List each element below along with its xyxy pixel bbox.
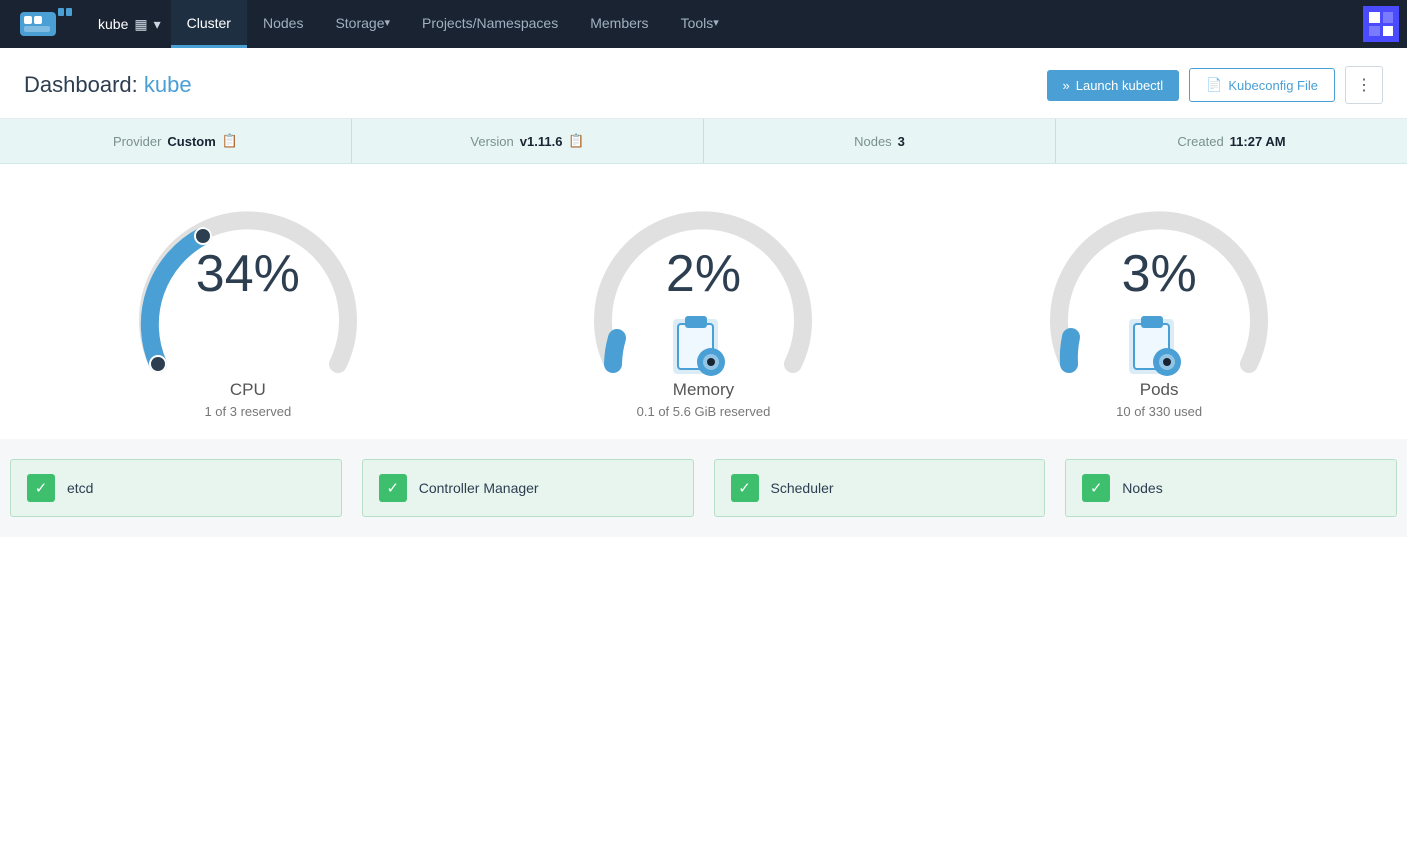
file-icon: 📄: [1206, 77, 1222, 93]
nav-right: [1363, 6, 1399, 42]
memory-indicator-icon: [663, 314, 733, 384]
version-info: Version v1.11.6 📋: [352, 119, 704, 163]
copy-version-icon[interactable]: 📋: [568, 133, 584, 149]
memory-gauge-container: 2% Memory 0.1 of 5.6 GiB reserved: [553, 194, 853, 419]
nav-item-storage[interactable]: Storage: [319, 0, 406, 48]
pods-subtitle: 10 of 330 used: [1116, 404, 1202, 419]
provider-label: Provider: [113, 134, 161, 149]
nodes-status-label: Nodes: [1122, 480, 1162, 496]
memory-percent: 2%: [666, 248, 741, 300]
kubeconfig-button[interactable]: 📄 Kubeconfig File: [1189, 68, 1335, 102]
version-label: Version: [470, 134, 513, 149]
brand-logo-area: [8, 2, 84, 46]
server-icon: ▦: [134, 16, 147, 33]
nodes-label: Nodes: [854, 134, 892, 149]
memory-subtitle: 0.1 of 5.6 GiB reserved: [637, 404, 771, 419]
provider-value: Custom: [167, 134, 215, 149]
controller-manager-label: Controller Manager: [419, 480, 539, 496]
terminal-icon: »: [1063, 78, 1070, 93]
gauges-section: 34% CPU 1 of 3 reserved 2%: [0, 164, 1407, 439]
nodes-check-icon: ✓: [1082, 474, 1110, 502]
chevron-down-icon: ▾: [154, 16, 161, 33]
nodes-value: 3: [898, 134, 905, 149]
pods-gauge-center: 3%: [1122, 248, 1197, 300]
copy-provider-icon[interactable]: 📋: [222, 133, 238, 149]
pods-percent: 3%: [1122, 248, 1197, 300]
cpu-gauge-wrapper: 34%: [128, 194, 368, 374]
launch-kubectl-label: Launch kubectl: [1076, 78, 1163, 93]
nav-items: Cluster Nodes Storage Projects/Namespace…: [171, 0, 1363, 48]
nav-item-tools[interactable]: Tools: [665, 0, 735, 48]
pods-indicator-icon: [1119, 314, 1189, 384]
memory-gauge-center: 2%: [666, 248, 741, 300]
created-label: Created: [1177, 134, 1223, 149]
nodes-info: Nodes 3: [704, 119, 1056, 163]
more-icon: ⋮: [1356, 77, 1372, 94]
etcd-label: etcd: [67, 480, 93, 496]
info-bar: Provider Custom 📋 Version v1.11.6 📋 Node…: [0, 119, 1407, 164]
created-info: Created 11:27 AM: [1056, 119, 1407, 163]
scheduler-label: Scheduler: [771, 480, 834, 496]
status-card-etcd: ✓ etcd: [10, 459, 342, 517]
cluster-selector[interactable]: kube ▦ ▾: [88, 10, 171, 39]
version-value: v1.11.6: [520, 134, 563, 149]
controller-manager-check-icon: ✓: [379, 474, 407, 502]
cluster-title-value: kube: [144, 72, 192, 97]
navbar: kube ▦ ▾ Cluster Nodes Storage Projects/…: [0, 0, 1407, 48]
provider-info: Provider Custom 📋: [0, 119, 352, 163]
status-card-scheduler: ✓ Scheduler: [714, 459, 1046, 517]
created-value: 11:27 AM: [1230, 134, 1286, 149]
more-options-button[interactable]: ⋮: [1345, 66, 1383, 104]
cluster-name-label: kube: [98, 16, 128, 32]
pods-gauge-wrapper: 3%: [1039, 194, 1279, 374]
status-card-nodes: ✓ Nodes: [1065, 459, 1397, 517]
page-header: Dashboard: kube » Launch kubectl 📄 Kubec…: [0, 48, 1407, 119]
page-title: Dashboard: kube: [24, 72, 192, 98]
nav-item-members[interactable]: Members: [574, 0, 664, 48]
pods-gauge-container: 3% Pods 10 of 330 used: [1009, 194, 1309, 419]
cpu-percent: 34%: [196, 248, 300, 300]
header-actions: » Launch kubectl 📄 Kubeconfig File ⋮: [1047, 66, 1384, 104]
cpu-gauge-container: 34% CPU 1 of 3 reserved: [98, 194, 398, 419]
memory-gauge-wrapper: 2%: [583, 194, 823, 374]
cpu-subtitle: 1 of 3 reserved: [204, 404, 291, 419]
kubeconfig-label: Kubeconfig File: [1228, 78, 1318, 93]
scheduler-check-icon: ✓: [731, 474, 759, 502]
nav-item-projects[interactable]: Projects/Namespaces: [406, 0, 574, 48]
cpu-gauge-center: 34%: [196, 248, 300, 300]
main-content: 34% CPU 1 of 3 reserved 2%: [0, 164, 1407, 853]
nav-item-cluster[interactable]: Cluster: [171, 0, 247, 48]
status-card-controller-manager: ✓ Controller Manager: [362, 459, 694, 517]
launch-kubectl-button[interactable]: » Launch kubectl: [1047, 70, 1180, 101]
user-avatar[interactable]: [1363, 6, 1399, 42]
nav-item-nodes[interactable]: Nodes: [247, 0, 319, 48]
status-section: ✓ etcd ✓ Controller Manager ✓ Scheduler …: [0, 439, 1407, 537]
etcd-check-icon: ✓: [27, 474, 55, 502]
brand-logo-icon: [20, 6, 72, 42]
